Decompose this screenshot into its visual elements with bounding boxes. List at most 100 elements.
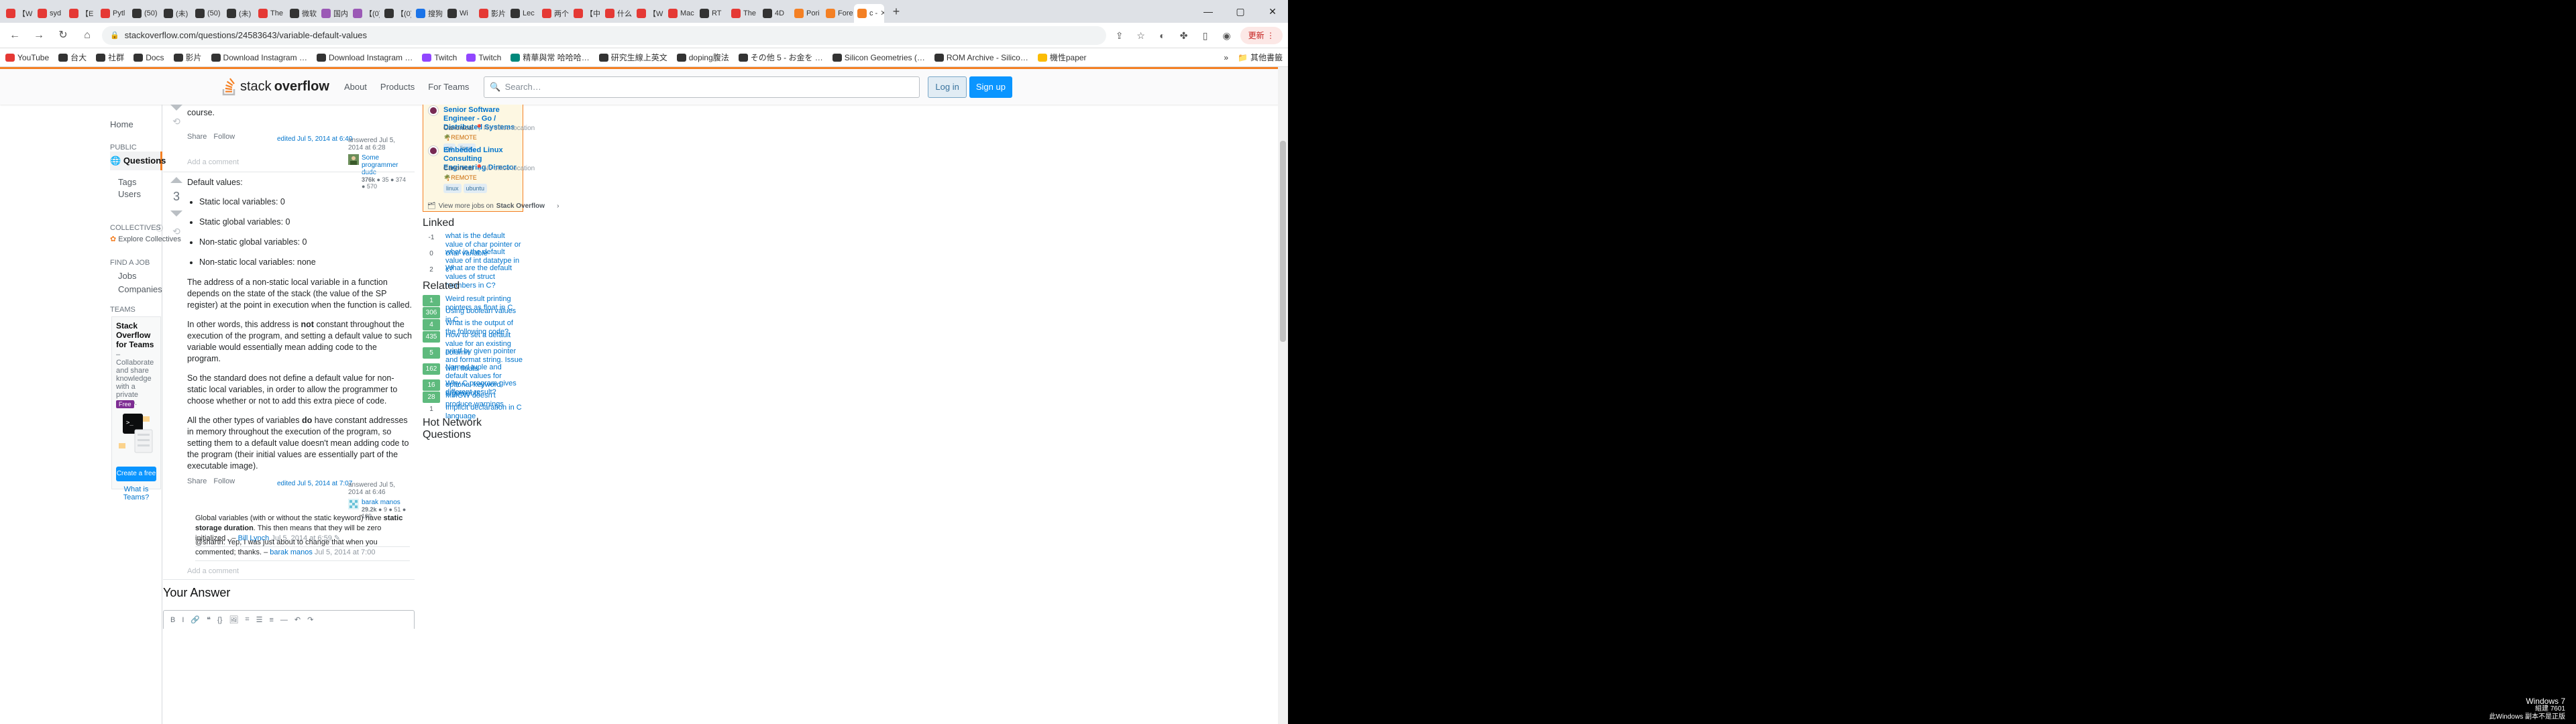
browser-tab[interactable]: 微软 (286, 4, 317, 23)
bookmark-item[interactable]: YouTube (5, 53, 49, 62)
star-icon[interactable]: ☆ (1133, 27, 1149, 44)
bookmark-item[interactable]: Silicon Geometries (… (832, 53, 925, 62)
history-icon[interactable]: ⟲ (163, 226, 190, 237)
bookmark-item[interactable]: ROM Archive - Silico… (934, 53, 1028, 62)
follow-link[interactable]: Follow (213, 477, 235, 485)
browser-tab[interactable]: 【中 (570, 4, 600, 23)
tab-close-icon[interactable]: ✕ (880, 9, 884, 17)
browser-tab[interactable]: Lec (507, 4, 537, 23)
browser-tab[interactable]: 【E (66, 4, 96, 23)
forward-button[interactable]: → (30, 26, 48, 45)
upvote-button[interactable] (170, 177, 182, 183)
scrollbar-thumb[interactable] (1280, 141, 1286, 342)
bookmark-item[interactable]: その他 5 - お金を … (738, 52, 823, 63)
tag[interactable]: linux (443, 184, 462, 193)
edited-link[interactable]: edited Jul 5, 2014 at 6:40 (277, 135, 352, 143)
browser-tab[interactable]: Pytl (97, 4, 127, 23)
tag[interactable]: ubuntu (463, 184, 488, 193)
what-is-teams-link[interactable]: What is Teams? (116, 485, 156, 501)
browser-tab[interactable]: c - ✕ (854, 3, 884, 23)
bookmark-item[interactable]: 精華與常 哈哈哈… (511, 52, 590, 63)
sidepanel-icon[interactable]: ▯ (1197, 27, 1214, 44)
bookmark-item[interactable]: Twitch (466, 53, 501, 62)
add-comment-link[interactable]: Add a comment (187, 567, 239, 575)
browser-tab[interactable]: Wi (444, 4, 474, 23)
bookmark-item[interactable]: 機性paper (1037, 52, 1087, 63)
other-bookmarks-folder[interactable]: 📁 其他書籤 (1238, 52, 1283, 63)
user-name[interactable]: Some programmer dude (362, 154, 407, 176)
user-name[interactable]: barak manos (362, 499, 407, 506)
downvote-button[interactable] (170, 105, 182, 111)
rule-button[interactable]: — (280, 616, 288, 624)
code-button[interactable]: {} (217, 616, 222, 624)
comment-user[interactable]: barak manos (270, 548, 313, 556)
bookmark-item[interactable]: 影片 (173, 52, 202, 63)
browser-tab[interactable]: Mac (665, 4, 695, 23)
user-avatar[interactable] (348, 154, 359, 165)
browser-tab[interactable]: (50) (192, 4, 222, 23)
nav-products[interactable]: Products (375, 78, 420, 96)
link-button[interactable]: 🔗 (191, 615, 200, 624)
browser-tab[interactable]: RT (696, 4, 727, 23)
close-button[interactable]: ✕ (1257, 0, 1288, 23)
profile-avatar[interactable]: ◉ (1219, 27, 1235, 44)
undo-button[interactable]: ↶ (294, 615, 301, 624)
browser-tab[interactable]: (未) (223, 4, 254, 23)
puzzle-icon[interactable]: ✤ (1176, 27, 1192, 44)
browser-tab[interactable]: 影片 (476, 4, 506, 23)
share-icon[interactable]: ⇪ (1112, 27, 1128, 44)
stackoverflow-logo[interactable]: stack overflow (221, 77, 329, 97)
reload-button[interactable]: ↻ (54, 26, 72, 45)
bookmark-item[interactable]: 台大 (58, 52, 87, 63)
share-link[interactable]: Share (187, 133, 207, 141)
browser-tab[interactable]: 【W (633, 4, 663, 23)
browser-tab[interactable]: 搜狗 (413, 4, 443, 23)
login-button[interactable]: Log in (928, 76, 967, 98)
add-comment-link[interactable]: Add a comment (187, 158, 239, 166)
browser-tab[interactable]: 两个 (539, 4, 569, 23)
downvote-button[interactable] (170, 210, 182, 217)
signup-button[interactable]: Sign up (969, 76, 1012, 98)
more-jobs-link[interactable]: 🗂 View more jobs on Stack Overflow › (427, 202, 559, 210)
minimize-button[interactable]: — (1193, 0, 1224, 23)
back-button[interactable]: ← (5, 26, 24, 45)
italic-button[interactable]: I (182, 616, 184, 624)
bookmark-item[interactable]: Twitch (422, 53, 457, 62)
numbered-list-button[interactable]: ☰ (256, 615, 263, 624)
snippet-button[interactable]: ⌗ (245, 615, 249, 624)
browser-tab[interactable]: (50) (129, 4, 159, 23)
create-team-button[interactable]: Create a free Team (116, 467, 156, 492)
bookmark-item[interactable]: Download Instagram … (316, 53, 413, 62)
browser-tab[interactable]: 什么 (602, 4, 632, 23)
browser-tab[interactable]: Fore (822, 4, 853, 23)
bookmark-item[interactable]: doping腹法 (676, 52, 729, 63)
page-scrollbar[interactable] (1278, 67, 1288, 724)
history-icon[interactable]: ⟲ (163, 116, 190, 127)
extension-icon[interactable]: ◐ (1155, 27, 1171, 44)
share-link[interactable]: Share (187, 477, 207, 485)
follow-link[interactable]: Follow (213, 133, 235, 141)
bookmark-item[interactable]: 社群 (96, 52, 124, 63)
nav-for-teams[interactable]: For Teams (423, 78, 474, 96)
sidebar-item-companies[interactable]: Companies (118, 280, 162, 298)
browser-tab[interactable]: 【(0) (381, 4, 411, 23)
bookmark-item[interactable]: 研究生線上英文 (598, 52, 667, 63)
sidebar-item-home[interactable]: Home (110, 115, 133, 133)
redo-button[interactable]: ↷ (307, 615, 313, 624)
quote-button[interactable]: ❝ (207, 615, 211, 624)
sidebar-item-questions[interactable]: 🌐 Questions (110, 152, 166, 170)
browser-tab[interactable]: The (255, 4, 285, 23)
browser-tab[interactable]: Pori (791, 4, 821, 23)
bookmark-item[interactable]: Docs (133, 53, 164, 62)
browser-tab[interactable]: 国内 (318, 4, 348, 23)
new-tab-button[interactable]: + (888, 3, 904, 19)
bookmarks-overflow-button[interactable]: » (1224, 53, 1228, 62)
user-avatar[interactable] (348, 499, 359, 509)
browser-tab[interactable]: 【Wi (3, 4, 33, 23)
browser-tab[interactable]: (未) (160, 4, 191, 23)
maximize-button[interactable]: ▢ (1225, 0, 1256, 23)
search-input[interactable]: 🔍 Search… (484, 76, 920, 98)
sidebar-item-users[interactable]: Users (118, 185, 141, 203)
browser-tab[interactable]: syd (34, 4, 64, 23)
bulleted-list-button[interactable]: ≡ (269, 616, 273, 624)
